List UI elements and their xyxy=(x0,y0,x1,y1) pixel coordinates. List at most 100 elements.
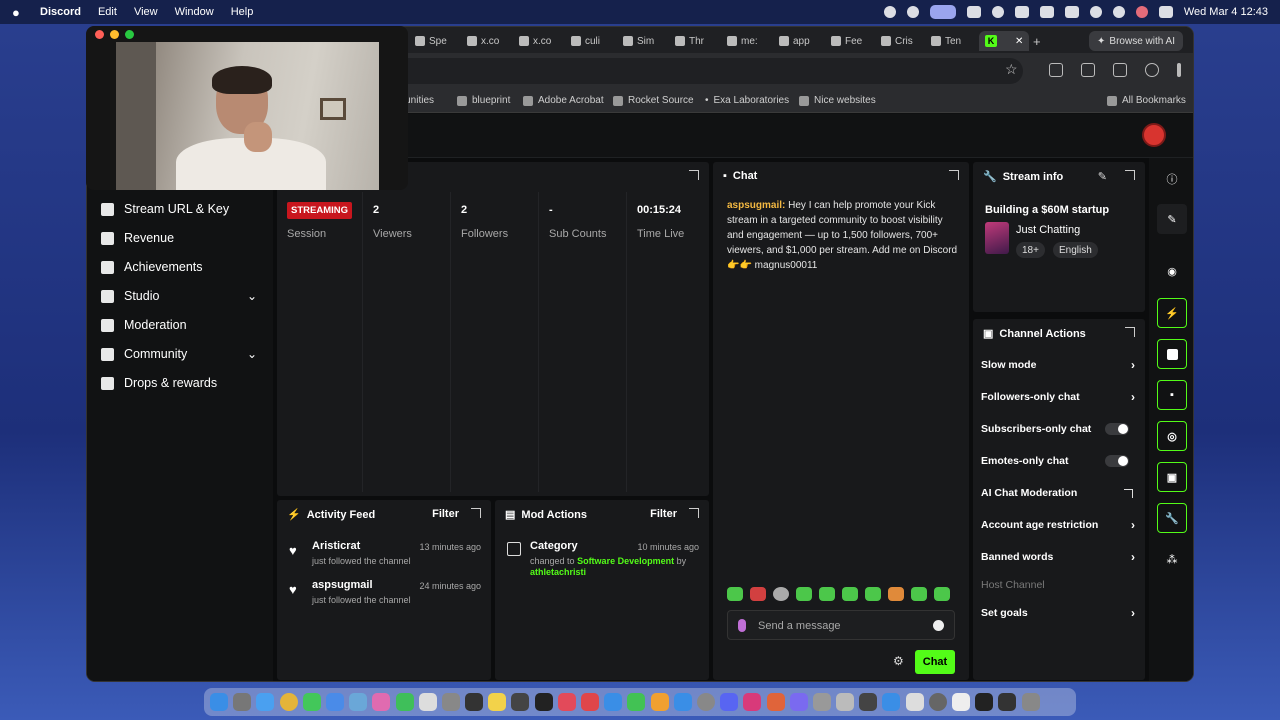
finder-icon[interactable] xyxy=(210,693,228,711)
app-icon[interactable] xyxy=(975,693,994,711)
tab-kick-active[interactable]: K ✕ xyxy=(979,31,1030,51)
channel-action-account-age[interactable]: Account age restriction › xyxy=(981,518,1137,532)
pages-icon[interactable] xyxy=(650,693,669,711)
emoji-picker-icon[interactable] xyxy=(933,620,944,631)
emote-icon[interactable] xyxy=(842,587,858,601)
download-icon[interactable] xyxy=(1113,63,1127,77)
status-app-icon[interactable] xyxy=(1014,6,1029,18)
safari-icon[interactable] xyxy=(256,693,275,711)
microphone-icon[interactable] xyxy=(738,619,746,632)
notes-icon[interactable] xyxy=(488,693,507,711)
tab[interactable]: me: xyxy=(727,31,758,51)
bookmark-star-icon[interactable]: ☆ xyxy=(1005,61,1018,78)
tab[interactable]: x.co xyxy=(467,31,499,51)
send-chat-button[interactable]: Chat xyxy=(915,650,955,674)
category-link[interactable]: Software Development xyxy=(577,556,674,566)
battery-icon[interactable] xyxy=(1064,6,1079,18)
channel-action-set-goals[interactable]: Set goals › xyxy=(981,606,1137,620)
app-icon[interactable] xyxy=(511,693,530,711)
avatar[interactable] xyxy=(1142,123,1166,147)
sidebar-item-revenue[interactable]: Revenue xyxy=(101,231,174,245)
feed-username[interactable]: aspsugmail xyxy=(312,579,373,591)
tab[interactable]: Fee xyxy=(831,31,862,51)
screen-record-icon[interactable] xyxy=(929,5,956,19)
tab[interactable]: app xyxy=(779,31,810,51)
camera-icon[interactable]: ◉ xyxy=(1157,256,1187,286)
menu-app-name[interactable]: Discord xyxy=(40,6,81,18)
info-icon[interactable]: ⓘ xyxy=(1157,164,1187,194)
chrome-icon[interactable] xyxy=(279,693,298,711)
sidebar-item-studio[interactable]: Studio ⌄ xyxy=(101,289,261,303)
status-app-icon[interactable] xyxy=(991,6,1004,18)
popout-icon[interactable] xyxy=(689,170,699,180)
webcam-overlay-window[interactable] xyxy=(86,26,408,190)
menu-help[interactable]: Help xyxy=(231,6,254,18)
contacts-icon[interactable] xyxy=(441,693,460,711)
numbers-icon[interactable] xyxy=(627,693,646,711)
bookmark-item[interactable]: blueprint xyxy=(457,95,510,106)
figma-icon[interactable] xyxy=(743,693,762,711)
emote-icon[interactable] xyxy=(750,587,766,601)
document-icon[interactable] xyxy=(1157,339,1187,369)
feed-username[interactable]: Aristicrat xyxy=(312,540,360,552)
facetime-icon[interactable] xyxy=(395,693,414,711)
trash-icon[interactable] xyxy=(1021,693,1040,711)
tab[interactable]: Thr xyxy=(675,31,704,51)
status-app-icon[interactable] xyxy=(883,6,896,18)
channel-action-ai-moderation[interactable]: AI Chat Moderation xyxy=(981,487,1137,499)
emote-icon[interactable] xyxy=(796,587,812,601)
tab[interactable]: culi xyxy=(571,31,600,51)
control-center-icon[interactable] xyxy=(1158,6,1173,18)
more-menu-icon[interactable] xyxy=(1177,63,1181,77)
lightning-icon[interactable]: ⚡ xyxy=(1157,298,1187,328)
tab[interactable]: Sim xyxy=(623,31,654,51)
system-settings-icon[interactable] xyxy=(696,693,715,711)
emote-icon[interactable] xyxy=(888,587,904,601)
emotes-only-toggle[interactable] xyxy=(1105,455,1129,467)
wrench-icon[interactable]: 🔧 xyxy=(1157,503,1187,533)
sidebar-item-stream-url[interactable]: Stream URL & Key xyxy=(101,202,229,216)
sidebar-item-moderation[interactable]: Moderation xyxy=(101,318,187,332)
gear-icon[interactable]: ⚙ xyxy=(893,654,904,668)
chat-username[interactable]: aspsugmail: xyxy=(727,200,785,211)
broadcast-icon[interactable]: ◎ xyxy=(1157,421,1187,451)
widgets-icon[interactable]: ⁂ xyxy=(1157,544,1187,574)
popout-icon[interactable] xyxy=(949,170,959,180)
status-app-icon[interactable] xyxy=(906,6,919,18)
filter-button[interactable]: Filter xyxy=(650,508,677,520)
address-bar[interactable] xyxy=(387,58,1023,84)
discord-icon[interactable] xyxy=(720,693,739,711)
chat-icon[interactable]: ▪ xyxy=(1157,380,1187,410)
popout-icon[interactable] xyxy=(689,508,699,518)
sidebar-item-drops-rewards[interactable]: Drops & rewards xyxy=(101,376,217,390)
channel-action-slow-mode[interactable]: Slow mode › xyxy=(981,358,1137,372)
messages-icon[interactable] xyxy=(302,693,321,711)
bookmark-item[interactable]: Adobe Acrobat xyxy=(523,95,604,106)
emote-icon[interactable] xyxy=(773,587,789,601)
channel-action-followers-only[interactable]: Followers-only chat › xyxy=(981,390,1137,404)
close-tab-icon[interactable]: ✕ xyxy=(1015,36,1023,47)
app-icon[interactable] xyxy=(465,693,484,711)
app-icon[interactable] xyxy=(766,693,785,711)
bookmark-item[interactable]: • Exa Laboratories xyxy=(705,95,789,106)
emote-icon[interactable] xyxy=(819,587,835,601)
browse-with-ai-button[interactable]: ✦ Browse with AI xyxy=(1089,31,1183,51)
photos-icon[interactable] xyxy=(372,693,391,711)
popout-icon[interactable] xyxy=(1125,170,1135,180)
subscribers-only-toggle[interactable] xyxy=(1105,423,1129,435)
chevron-down-icon[interactable]: ⌄ xyxy=(247,347,257,361)
document-icon[interactable] xyxy=(952,693,970,711)
sidebar-icon[interactable] xyxy=(1081,63,1095,77)
app-store-icon[interactable] xyxy=(673,693,692,711)
tab[interactable]: Spe xyxy=(415,31,447,51)
spotlight-search-icon[interactable] xyxy=(1112,6,1125,18)
moderator-link[interactable]: athletachristi xyxy=(530,567,586,577)
tab[interactable]: Cris xyxy=(881,31,913,51)
menu-view[interactable]: View xyxy=(134,6,158,18)
filter-button[interactable]: Filter xyxy=(432,508,459,520)
extensions-icon[interactable] xyxy=(1049,63,1063,77)
tab[interactable]: Ten xyxy=(931,31,961,51)
minimize-window-icon[interactable] xyxy=(110,30,119,39)
popout-icon[interactable] xyxy=(1125,327,1135,337)
channel-actions-icon[interactable]: ▣ xyxy=(1157,462,1187,492)
